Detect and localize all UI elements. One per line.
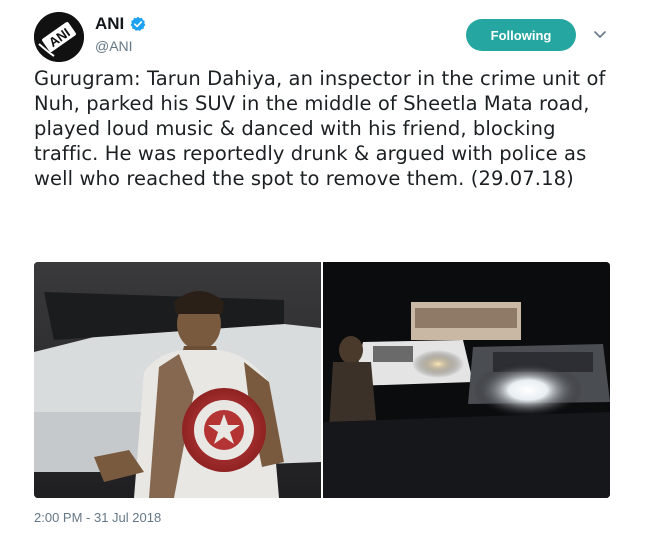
media-photo-1[interactable]	[34, 262, 321, 498]
chevron-down-icon[interactable]	[592, 26, 608, 42]
following-button[interactable]: Following	[466, 19, 576, 51]
avatar[interactable]: ANI	[34, 12, 84, 62]
author-block: ANI @ANI	[95, 14, 146, 54]
tweet-text: Gurugram: Tarun Dahiya, an inspector in …	[34, 67, 606, 190]
photo-man-captain-america-shirt-icon	[34, 262, 321, 498]
ani-logo-icon: ANI	[34, 12, 84, 62]
tweet-card: ANI ANI @ANI Following Gurugram: Tarun D…	[0, 0, 650, 540]
display-name[interactable]: ANI	[95, 14, 124, 34]
tweet-timestamp[interactable]: 2:00 PM - 31 Jul 2018	[34, 510, 161, 525]
handle[interactable]: @ANI	[95, 38, 146, 54]
media-photo-2[interactable]	[323, 262, 610, 498]
media-grid	[34, 262, 610, 498]
photo-night-traffic-headlights-icon	[323, 262, 610, 498]
verified-badge-icon	[130, 16, 146, 31]
name-row: ANI	[95, 14, 146, 34]
